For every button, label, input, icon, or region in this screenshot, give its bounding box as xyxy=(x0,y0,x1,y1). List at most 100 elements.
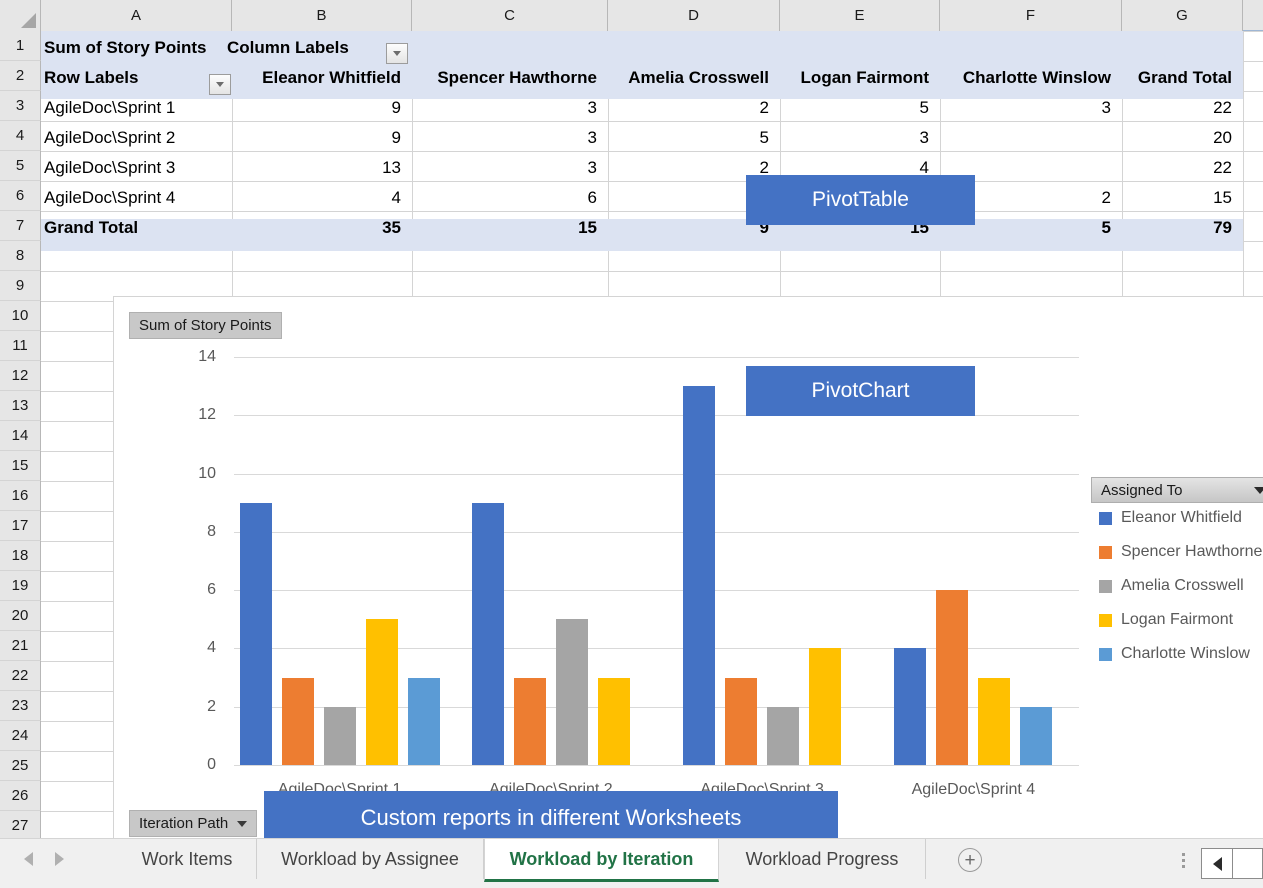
row-labels-filter-button[interactable] xyxy=(209,74,231,95)
add-sheet-button[interactable]: + xyxy=(958,848,982,872)
row-header-12[interactable]: 12 xyxy=(0,361,41,391)
pivot-grandtotal-c6[interactable]: 79 xyxy=(1122,213,1243,243)
chart-bar[interactable] xyxy=(1020,707,1052,765)
sheet-tab-workload-by-iteration[interactable]: Workload by Iteration xyxy=(484,839,719,882)
row-header-17[interactable]: 17 xyxy=(0,511,41,541)
row-header-24[interactable]: 24 xyxy=(0,721,41,751)
next-sheet-arrow-icon[interactable] xyxy=(55,852,64,866)
chart-bar[interactable] xyxy=(408,678,440,765)
scroll-left-button[interactable] xyxy=(1202,849,1233,878)
pivot-row-label-4[interactable]: AgileDoc\Sprint 4 xyxy=(41,183,232,213)
pivot-cell-r3-c6[interactable]: 22 xyxy=(1122,153,1243,183)
row-header-18[interactable]: 18 xyxy=(0,541,41,571)
chart-bar[interactable] xyxy=(936,590,968,765)
row-header-27[interactable]: 27 xyxy=(0,811,41,841)
column-labels-filter-button[interactable] xyxy=(386,43,408,64)
row-header-15[interactable]: 15 xyxy=(0,451,41,481)
column-header-c[interactable]: C xyxy=(412,0,608,31)
row-header-19[interactable]: 19 xyxy=(0,571,41,601)
pivot-column-header-3[interactable]: Amelia Crosswell xyxy=(608,63,780,93)
row-header-16[interactable]: 16 xyxy=(0,481,41,511)
pivotchart-object[interactable]: Sum of Story Points 02468101214 AgileDoc… xyxy=(113,296,1263,841)
tab-overflow-handle[interactable] xyxy=(1182,853,1185,868)
row-header-1[interactable]: 1 xyxy=(0,31,41,61)
row-header-26[interactable]: 26 xyxy=(0,781,41,811)
column-header-b[interactable]: B xyxy=(232,0,412,31)
row-header-9[interactable]: 9 xyxy=(0,271,41,301)
select-all-corner[interactable] xyxy=(0,0,41,31)
row-header-5[interactable]: 5 xyxy=(0,151,41,181)
row-header-3[interactable]: 3 xyxy=(0,91,41,121)
cell-grid[interactable]: Sum of Story PointsColumn LabelsRow Labe… xyxy=(41,31,1263,838)
row-header-14[interactable]: 14 xyxy=(0,421,41,451)
chart-bar[interactable] xyxy=(514,678,546,765)
row-header-4[interactable]: 4 xyxy=(0,121,41,151)
pivot-cell-r1-c1[interactable]: 9 xyxy=(232,93,412,123)
chart-axis-field-button[interactable]: Iteration Path xyxy=(129,810,257,837)
chart-bar[interactable] xyxy=(894,648,926,765)
pivot-column-header-5[interactable]: Charlotte Winslow xyxy=(940,63,1122,93)
chart-bar[interactable] xyxy=(725,678,757,765)
row-header-21[interactable]: 21 xyxy=(0,631,41,661)
row-header-8[interactable]: 8 xyxy=(0,241,41,271)
column-header-g[interactable]: G xyxy=(1122,0,1243,31)
pivot-row-label-3[interactable]: AgileDoc\Sprint 3 xyxy=(41,153,232,183)
prev-sheet-arrow-icon[interactable] xyxy=(24,852,33,866)
cell-a2-row-labels[interactable]: Row Labels xyxy=(41,63,232,93)
pivot-column-header-1[interactable]: Eleanor Whitfield xyxy=(232,63,412,93)
column-header-d[interactable]: D xyxy=(608,0,780,31)
pivot-cell-r2-c1[interactable]: 9 xyxy=(232,123,412,153)
chart-bar[interactable] xyxy=(683,386,715,765)
pivot-cell-r2-c2[interactable]: 3 xyxy=(412,123,608,153)
chart-bar[interactable] xyxy=(324,707,356,765)
pivot-cell-r2-c4[interactable]: 3 xyxy=(780,123,940,153)
pivot-row-label-2[interactable]: AgileDoc\Sprint 2 xyxy=(41,123,232,153)
pivot-row-label-1[interactable]: AgileDoc\Sprint 1 xyxy=(41,93,232,123)
row-header-6[interactable]: 6 xyxy=(0,181,41,211)
pivot-grandtotal-c1[interactable]: 35 xyxy=(232,213,412,243)
chart-bar[interactable] xyxy=(809,648,841,765)
pivot-grandtotal-c2[interactable]: 15 xyxy=(412,213,608,243)
pivot-cell-r2-c6[interactable]: 20 xyxy=(1122,123,1243,153)
chart-bar[interactable] xyxy=(240,503,272,765)
chart-bar[interactable] xyxy=(282,678,314,765)
cell-a1-value-caption[interactable]: Sum of Story Points xyxy=(41,33,236,63)
row-header-20[interactable]: 20 xyxy=(0,601,41,631)
row-header-13[interactable]: 13 xyxy=(0,391,41,421)
pivot-cell-r1-c3[interactable]: 2 xyxy=(608,93,780,123)
pivot-cell-r1-c4[interactable]: 5 xyxy=(780,93,940,123)
row-header-23[interactable]: 23 xyxy=(0,691,41,721)
pivot-cell-r4-c2[interactable]: 6 xyxy=(412,183,608,213)
pivot-cell-r3-c1[interactable]: 13 xyxy=(232,153,412,183)
row-header-10[interactable]: 10 xyxy=(0,301,41,331)
pivot-cell-r1-c6[interactable]: 22 xyxy=(1122,93,1243,123)
cell-b1-column-labels[interactable]: Column Labels xyxy=(224,33,404,63)
pivot-cell-r1-c2[interactable]: 3 xyxy=(412,93,608,123)
chart-bar[interactable] xyxy=(366,619,398,765)
row-header-25[interactable]: 25 xyxy=(0,751,41,781)
sheet-tab-work-items[interactable]: Work Items xyxy=(118,839,257,879)
pivot-column-header-2[interactable]: Spencer Hawthorne xyxy=(412,63,608,93)
chart-bar[interactable] xyxy=(472,503,504,765)
horizontal-scrollbar[interactable] xyxy=(1201,848,1263,879)
pivot-cell-r1-c5[interactable]: 3 xyxy=(940,93,1122,123)
pivot-cell-r4-c6[interactable]: 15 xyxy=(1122,183,1243,213)
row-header-2[interactable]: 2 xyxy=(0,61,41,91)
pivot-grandtotal-label[interactable]: Grand Total xyxy=(41,213,232,243)
chart-bar[interactable] xyxy=(978,678,1010,765)
row-header-7[interactable]: 7 xyxy=(0,211,41,241)
sheet-tab-workload-progress[interactable]: Workload Progress xyxy=(719,839,926,879)
pivot-cell-r3-c2[interactable]: 3 xyxy=(412,153,608,183)
sheet-tab-workload-by-assignee[interactable]: Workload by Assignee xyxy=(257,839,484,879)
pivot-column-header-4[interactable]: Logan Fairmont xyxy=(780,63,940,93)
chart-legend-field-button[interactable]: Assigned To xyxy=(1091,477,1263,503)
chart-bar[interactable] xyxy=(767,707,799,765)
chart-bar[interactable] xyxy=(556,619,588,765)
column-header-e[interactable]: E xyxy=(780,0,940,31)
pivot-column-header-6[interactable]: Grand Total xyxy=(1122,63,1243,93)
row-header-11[interactable]: 11 xyxy=(0,331,41,361)
chart-bar[interactable] xyxy=(598,678,630,765)
row-header-22[interactable]: 22 xyxy=(0,661,41,691)
sheet-nav-arrows[interactable] xyxy=(24,852,64,866)
pivot-cell-r2-c3[interactable]: 5 xyxy=(608,123,780,153)
